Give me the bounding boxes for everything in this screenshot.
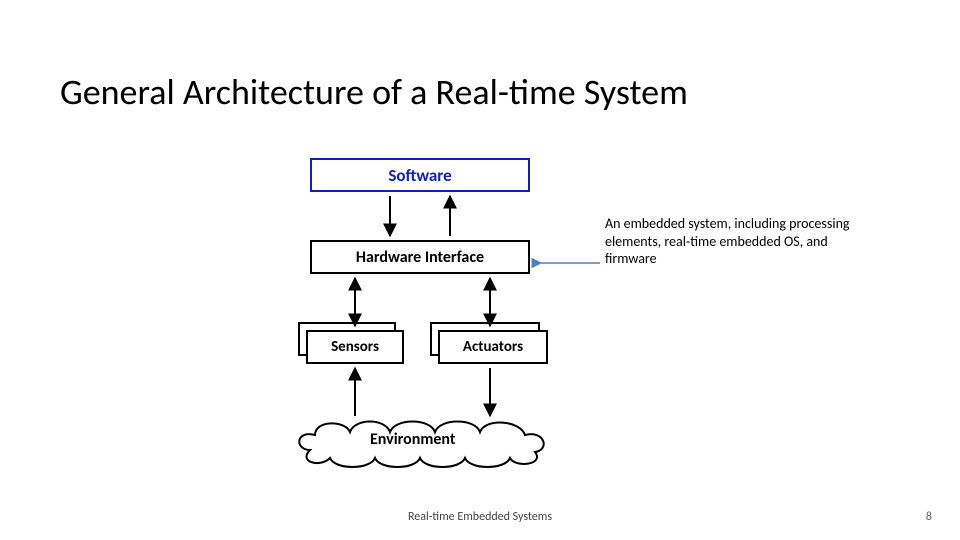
annotation-arrow-icon [535, 256, 605, 270]
slide-title: General Architecture of a Real-time Syst… [60, 70, 688, 114]
footer-text: Real-time Embedded Systems [0, 510, 960, 524]
architecture-diagram: Software Hardware Interface Sensors Actu… [260, 150, 580, 480]
page-number: 8 [926, 510, 932, 524]
annotation-text: An embedded system, including processing… [605, 215, 865, 268]
diagram-arrows [260, 150, 580, 480]
slide: General Architecture of a Real-time Syst… [0, 0, 960, 540]
